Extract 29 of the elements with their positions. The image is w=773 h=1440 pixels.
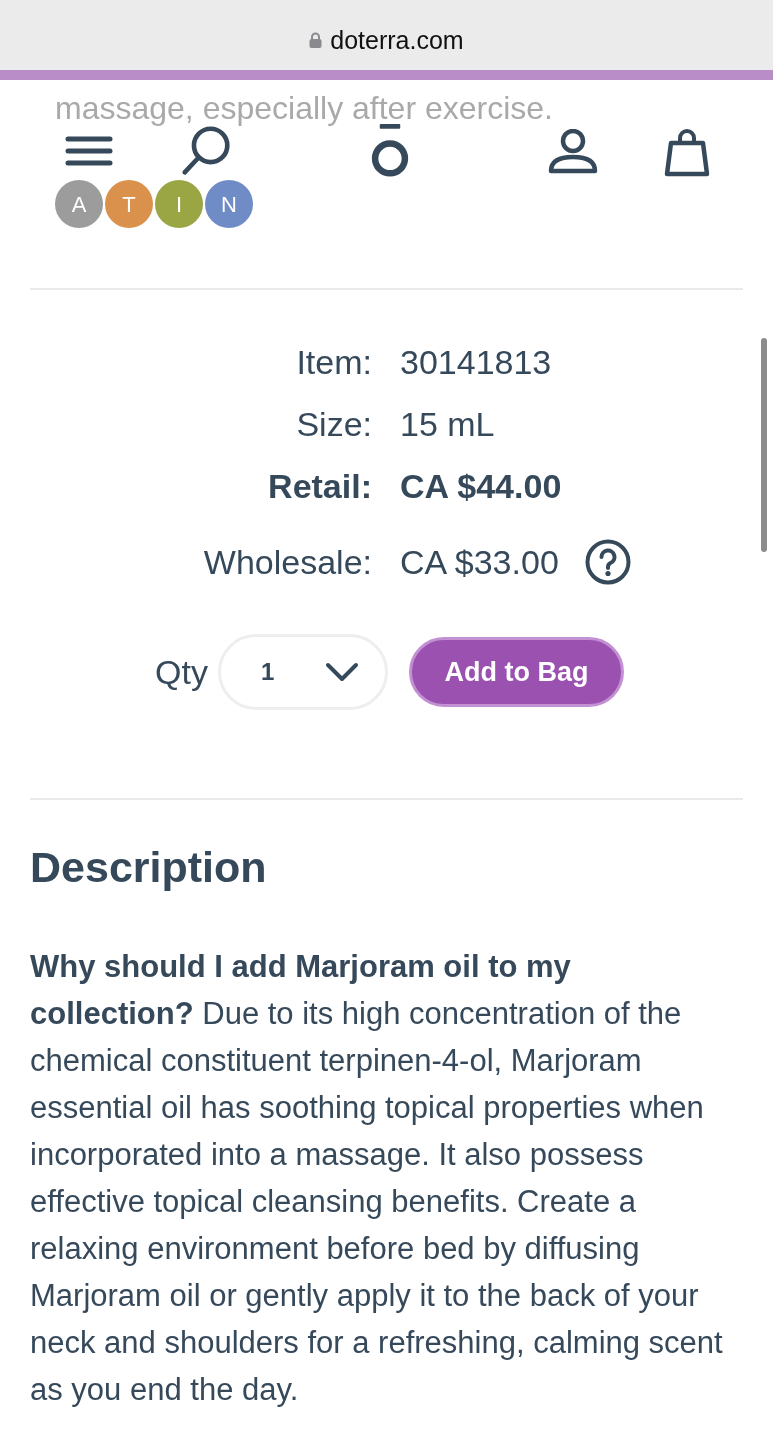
detail-label: Size:	[296, 404, 372, 445]
shopping-bag-icon[interactable]	[664, 129, 710, 177]
letter-badge: A	[55, 180, 103, 228]
quantity-value: 1	[260, 657, 275, 687]
letter-badge: T	[105, 180, 153, 228]
detail-value: 15 mL	[400, 404, 495, 445]
detail-value: CA $44.00	[400, 466, 562, 507]
detail-value: 30141813	[400, 342, 552, 383]
add-to-bag-button[interactable]: Add to Bag	[408, 637, 624, 707]
qty-label: Qty	[155, 651, 208, 693]
letter-badge: N	[205, 180, 253, 228]
caret-icon	[324, 662, 359, 682]
description-paragraph: Why should I add Marjoram oil to my collection? Due to its high concentration of the chemical constituent terpinen-4-ol, Marjoram essential oil has soothing topical properties when incorporated into a massage. It also possess effective topical cleansing benefits. Create a relaxing environment before bed by diffusing Marjoram oil or gently apply it to the back of your neck and shoulders for a refreshing, calming scent as you end the day.	[30, 948, 724, 1409]
search-icon[interactable]	[181, 126, 231, 176]
address-bar[interactable]: doterra.com	[0, 0, 773, 70]
quantity-select[interactable]: 1	[217, 634, 388, 710]
detail-value: CA $33.00	[400, 542, 559, 583]
faded-text: massage, especially after exercise.	[55, 90, 553, 126]
letter-badge: I	[155, 180, 203, 228]
detail-label: Retail:	[268, 466, 372, 507]
logo-icon[interactable]	[369, 124, 411, 178]
menu-icon[interactable]	[65, 136, 113, 166]
url-text: doterra.com	[330, 26, 464, 54]
user-icon[interactable]	[548, 129, 598, 175]
help-icon[interactable]	[584, 539, 631, 585]
lock-icon	[309, 32, 323, 48]
detail-label: Item:	[296, 342, 372, 383]
section-heading: Description	[30, 842, 268, 892]
detail-label: Wholesale:	[203, 542, 372, 583]
